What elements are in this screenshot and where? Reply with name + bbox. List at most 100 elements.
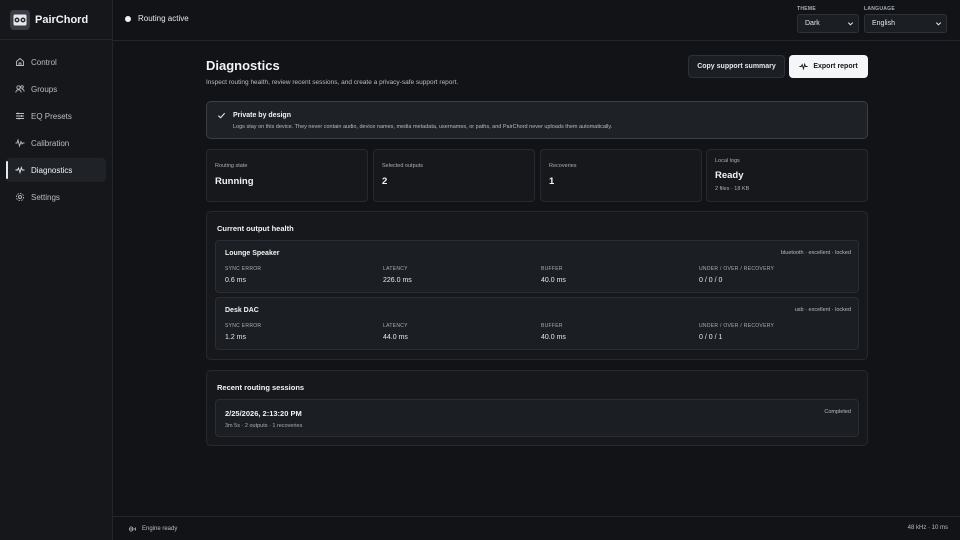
output-meta: bluetooth · excellent · locked [780,250,851,256]
pulse-icon [15,165,25,175]
sidebar: PairChord Control Groups EQ Presets Cali… [0,0,113,540]
theme-value: Dark [805,20,820,27]
routing-status-text: Routing active [138,14,189,23]
metric-value: 0.6 ms [225,277,247,284]
status-footer: Engine ready 48 kHz · 10 ms [113,516,960,540]
session-meta: 3m 5s · 2 outputs · 1 recoveries [225,423,303,429]
stat-value: Ready [715,170,744,181]
export-report-button[interactable]: Export report [789,55,868,78]
stat-routing-state: Routing state Running [206,149,368,202]
metric-value: 0 / 0 / 1 [699,334,723,341]
metric-value: 226.0 ms [383,277,412,284]
session-date: 2/25/2026, 2:13:20 PM [225,409,302,418]
metric-label: UNDER / OVER / RECOVERY [699,266,775,272]
metric-under-over-recovery: UNDER / OVER / RECOVERY 0 / 0 / 1 [699,323,774,341]
output-health-panel: Current output health Lounge Speaker blu… [206,211,868,360]
sidebar-item-label: EQ Presets [31,111,72,121]
output-card-desk-dac: Desk DAC usb · excellent · locked SYNC E… [215,297,859,350]
metric-label: SYNC ERROR [225,323,262,329]
brand: PairChord [0,0,112,40]
stat-label: Recoveries [549,163,577,169]
metric-label: SYNC ERROR [225,266,262,272]
sidebar-item-label: Control [31,57,57,67]
recent-sessions-panel: Recent routing sessions 2/25/2026, 2:13:… [206,370,868,446]
stat-value: 1 [549,176,555,187]
metric-label: LATENCY [383,323,408,329]
status-dot-icon [125,15,131,22]
sidebar-item-calibration[interactable]: Calibration [6,131,106,155]
sidebar-item-eq-presets[interactable]: EQ Presets [6,104,106,128]
metric-value: 44.0 ms [383,334,408,341]
language-label: LANGUAGE [864,6,896,12]
sidebar-item-label: Diagnostics [31,165,73,175]
stat-label: Routing state [215,163,248,169]
chevron-down-icon [935,22,942,26]
app-logo-icon [10,9,30,30]
stat-label: Selected outputs [382,163,423,169]
stat-value: Running [215,176,254,187]
sample-rate: 48 kHz · 10 ms [907,525,948,531]
waveform-icon [15,138,25,148]
sidebar-item-control[interactable]: Control [6,50,106,74]
session-item[interactable]: 2/25/2026, 2:13:20 PM Completed 3m 5s · … [215,399,859,437]
metric-latency: LATENCY 44.0 ms [383,323,408,341]
page-description: Inspect routing health, review recent se… [206,79,459,86]
app-name: PairChord [35,13,89,26]
users-icon [15,85,25,93]
stat-recoveries: Recoveries 1 [540,149,702,202]
metric-latency: LATENCY 226.0 ms [383,266,412,284]
metric-value: 40.0 ms [541,277,566,284]
language-select[interactable]: English [864,14,947,33]
sliders-icon [16,112,24,120]
metric-value: 1.2 ms [225,334,247,341]
privacy-notice: Private by design Logs stay on this devi… [206,101,868,139]
output-meta: usb · excellent · locked [794,307,851,313]
metric-label: UNDER / OVER / RECOVERY [699,323,775,329]
language-select-group: LANGUAGE English [864,6,947,33]
stat-label: Local logs [715,158,740,164]
copy-support-summary-button[interactable]: Copy support summary [688,55,785,78]
session-status: Completed [824,409,851,415]
sidebar-item-diagnostics[interactable]: Diagnostics [6,158,106,182]
panel-title: Current output health [217,224,294,233]
panel-title: Recent routing sessions [217,383,305,392]
chevron-down-icon [847,22,854,26]
output-name: Lounge Speaker [225,250,280,257]
output-name: Desk DAC [225,307,259,314]
stat-local-logs: Local logs Ready 2 files · 18 KB [706,149,868,202]
stat-selected-outputs: Selected outputs 2 [373,149,535,202]
engine-status-text: Engine ready [142,526,178,532]
home-icon [16,57,24,66]
theme-select[interactable]: Dark [797,14,859,33]
sidebar-item-groups[interactable]: Groups [6,77,106,101]
metric-value: 40.0 ms [541,334,566,341]
metric-sync-error: SYNC ERROR 1.2 ms [225,323,261,341]
metric-buffer: BUFFER 40.0 ms [541,323,566,341]
stat-value: 2 [382,176,388,187]
pulse-icon [799,62,808,71]
language-value: English [872,20,895,27]
theme-label: THEME [797,6,816,12]
metric-value: 0 / 0 / 0 [699,277,723,284]
sidebar-item-label: Settings [31,192,60,202]
copy-support-summary-label: Copy support summary [697,63,776,70]
sidebar-item-label: Calibration [31,138,70,148]
metric-under-over-recovery: UNDER / OVER / RECOVERY 0 / 0 / 0 [699,266,774,284]
metric-buffer: BUFFER 40.0 ms [541,266,566,284]
sidebar-item-settings[interactable]: Settings [6,185,106,209]
metric-label: BUFFER [541,323,563,329]
metric-label: BUFFER [541,266,563,272]
metric-sync-error: SYNC ERROR 0.6 ms [225,266,261,284]
check-icon [217,112,226,119]
waveform-icon [129,526,136,532]
main-content: Diagnostics Inspect routing health, revi… [206,52,868,446]
metric-label: LATENCY [383,266,408,272]
routing-status: Routing active [125,14,189,23]
stat-sub: 2 files · 18 KB [715,186,750,192]
sidebar-nav: Control Groups EQ Presets Calibration Di… [0,40,112,209]
privacy-text: Logs stay on this device. They never con… [233,124,613,130]
export-report-label: Export report [813,63,858,70]
theme-select-group: THEME Dark [797,6,859,33]
top-bar: Routing active THEME Dark LANGUAGE Engli… [113,0,960,41]
sidebar-item-label: Groups [31,84,58,94]
